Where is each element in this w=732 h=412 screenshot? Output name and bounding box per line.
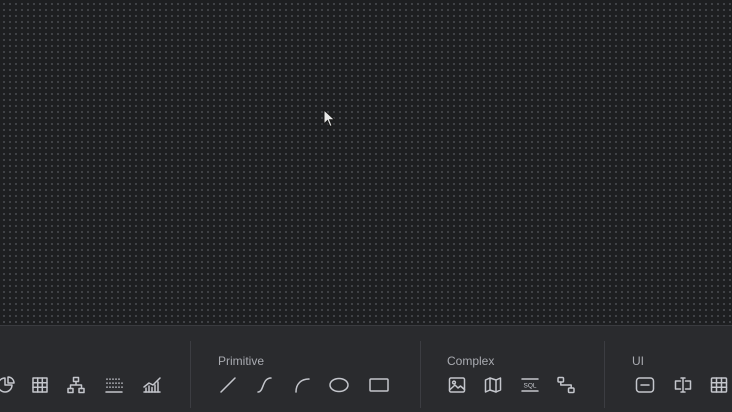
table-tool[interactable] bbox=[708, 374, 730, 396]
primitive-group-label: Primitive bbox=[218, 354, 265, 368]
group-divider bbox=[420, 341, 421, 408]
table-icon bbox=[710, 377, 728, 393]
curve-icon bbox=[257, 377, 272, 393]
pie-chart-tool[interactable] bbox=[0, 374, 17, 396]
arc-icon bbox=[295, 378, 310, 393]
drawing-canvas[interactable] bbox=[0, 0, 732, 325]
sql-tool[interactable]: SQL bbox=[519, 374, 541, 396]
tree-diagram-tool[interactable] bbox=[65, 374, 87, 396]
rectangle-icon bbox=[369, 378, 389, 392]
ellipse-tool[interactable] bbox=[328, 374, 350, 396]
sql-icon: SQL bbox=[521, 378, 539, 392]
shape-toolbar: Primitive Complex SQL UI bbox=[0, 325, 732, 412]
map-icon bbox=[484, 377, 502, 393]
image-icon bbox=[448, 377, 466, 393]
curve-tool[interactable] bbox=[254, 374, 276, 396]
line-tool[interactable] bbox=[217, 374, 239, 396]
pie-chart-icon bbox=[0, 376, 15, 393]
button-tool[interactable] bbox=[634, 374, 656, 396]
area-chart-tool[interactable] bbox=[141, 374, 163, 396]
arc-tool[interactable] bbox=[291, 374, 313, 396]
ellipse-icon bbox=[329, 377, 349, 393]
ui-group-label: UI bbox=[632, 354, 644, 368]
text-input-icon bbox=[674, 377, 692, 393]
map-tool[interactable] bbox=[482, 374, 504, 396]
button-icon bbox=[635, 377, 655, 393]
rectangle-tool[interactable] bbox=[368, 374, 390, 396]
line-icon bbox=[220, 377, 236, 393]
mouse-cursor-icon bbox=[323, 109, 336, 128]
flow-connector-tool[interactable] bbox=[555, 374, 577, 396]
heatmap-icon bbox=[32, 377, 48, 393]
histogram-tool[interactable] bbox=[103, 374, 125, 396]
heatmap-tool[interactable] bbox=[29, 374, 51, 396]
flow-connector-icon bbox=[557, 376, 575, 394]
image-tool[interactable] bbox=[446, 374, 468, 396]
text-input-tool[interactable] bbox=[672, 374, 694, 396]
svg-text:SQL: SQL bbox=[523, 383, 536, 390]
tree-diagram-icon bbox=[67, 376, 85, 394]
histogram-icon bbox=[105, 378, 123, 393]
group-divider bbox=[604, 341, 605, 408]
complex-group-label: Complex bbox=[447, 354, 495, 368]
group-divider bbox=[190, 341, 191, 408]
area-chart-icon bbox=[143, 377, 161, 393]
